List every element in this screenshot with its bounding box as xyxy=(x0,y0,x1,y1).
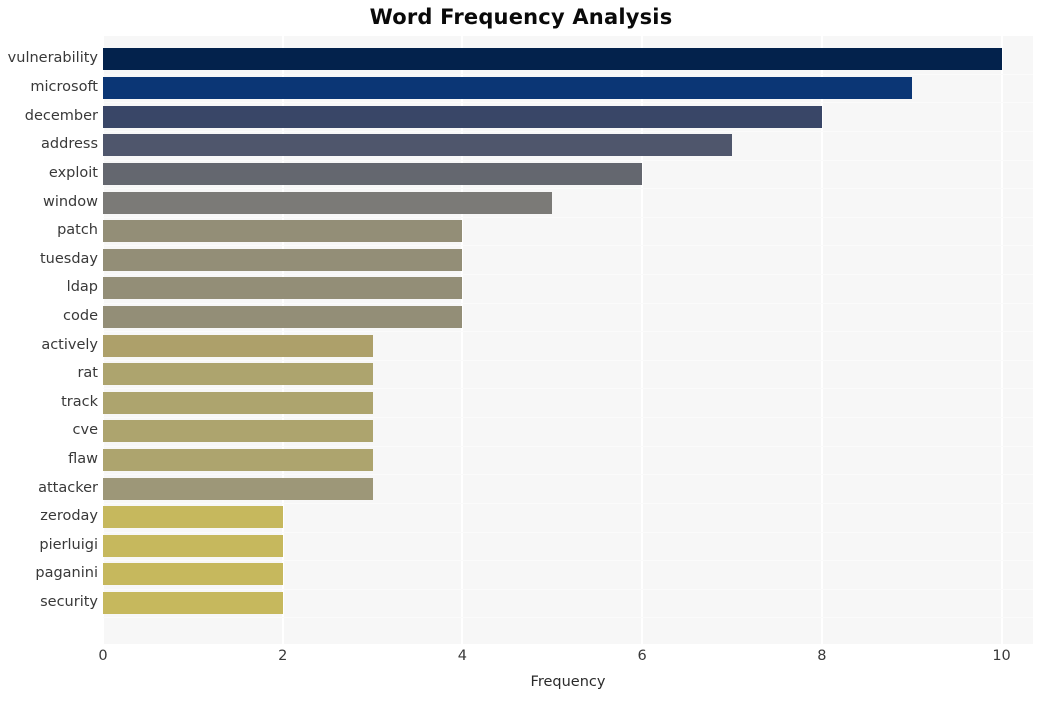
row-separator xyxy=(103,560,1033,561)
bar xyxy=(103,163,643,185)
bar xyxy=(103,48,1002,70)
row-separator xyxy=(103,188,1033,189)
row-separator xyxy=(103,446,1033,447)
y-axis-tick-label: rat xyxy=(77,365,98,381)
bar xyxy=(103,478,373,500)
row-separator xyxy=(103,245,1033,246)
row-separator xyxy=(103,303,1033,304)
bar xyxy=(103,420,373,442)
y-axis-tick-label: vulnerability xyxy=(7,50,98,66)
x-axis-tick-label: 10 xyxy=(992,648,1011,664)
y-axis-tick-label: security xyxy=(40,594,98,610)
y-axis-tick-label: track xyxy=(61,394,98,410)
y-axis-tick-label: code xyxy=(63,308,98,324)
row-separator xyxy=(103,474,1033,475)
y-axis-tick-label: ldap xyxy=(66,279,98,295)
bar xyxy=(103,220,463,242)
row-separator xyxy=(103,388,1033,389)
row-separator xyxy=(103,274,1033,275)
x-axis-tick-label: 8 xyxy=(817,648,827,664)
bar xyxy=(103,335,373,357)
row-separator xyxy=(103,417,1033,418)
row-separator xyxy=(103,589,1033,590)
bar xyxy=(103,563,283,585)
x-axis-label: Frequency xyxy=(530,674,606,690)
bar xyxy=(103,506,283,528)
y-axis-tick-label: patch xyxy=(57,222,98,238)
y-axis-tick-label: pierluigi xyxy=(39,537,98,553)
y-axis-tick-label: attacker xyxy=(38,480,98,496)
y-axis-tick-label: paganini xyxy=(35,565,98,581)
y-axis-tick-label: december xyxy=(24,108,98,124)
chart-title: Word Frequency Analysis xyxy=(369,5,673,29)
bar xyxy=(103,449,373,471)
row-separator xyxy=(103,360,1033,361)
y-axis-tick-label: address xyxy=(41,136,98,152)
bar xyxy=(103,192,553,214)
plot-area xyxy=(103,36,1033,644)
bar xyxy=(103,277,463,299)
y-axis-tick-label: tuesday xyxy=(39,251,98,267)
y-axis-tick-label: exploit xyxy=(48,165,98,181)
y-axis-tick-label: zeroday xyxy=(40,508,98,524)
y-axis-tick-label: actively xyxy=(41,337,98,353)
y-axis-tick-labels: vulnerability microsoft december address exp… xyxy=(0,36,98,644)
bar xyxy=(103,134,732,156)
x-axis-tick-label: 6 xyxy=(637,648,647,664)
x-axis-tick-label: 0 xyxy=(98,648,108,664)
bar xyxy=(103,106,822,128)
row-separator xyxy=(103,131,1033,132)
bar xyxy=(103,306,463,328)
row-separator xyxy=(103,217,1033,218)
bar xyxy=(103,249,463,271)
bar xyxy=(103,392,373,414)
x-axis-tick-label: 4 xyxy=(457,648,468,664)
bar xyxy=(103,77,912,99)
x-axis-tick-labels: 0 2 4 6 8 10 xyxy=(0,648,1042,672)
x-gridline xyxy=(1000,36,1003,644)
row-separator xyxy=(103,102,1033,103)
row-separator xyxy=(103,617,1033,618)
bar xyxy=(103,535,283,557)
row-separator xyxy=(103,503,1033,504)
y-axis-tick-label: microsoft xyxy=(30,79,98,95)
x-axis-tick-label: 2 xyxy=(278,648,288,664)
bar xyxy=(103,592,283,614)
word-frequency-chart-figure: Word Frequency Analysis vulnerability mic… xyxy=(0,0,1042,701)
y-axis-tick-label: window xyxy=(42,194,98,210)
y-axis-tick-label: flaw xyxy=(68,451,98,467)
bar xyxy=(103,363,373,385)
row-separator xyxy=(103,331,1033,332)
row-separator xyxy=(103,160,1033,161)
y-axis-tick-label: cve xyxy=(72,422,98,438)
row-separator xyxy=(103,74,1033,75)
row-separator xyxy=(103,532,1033,533)
